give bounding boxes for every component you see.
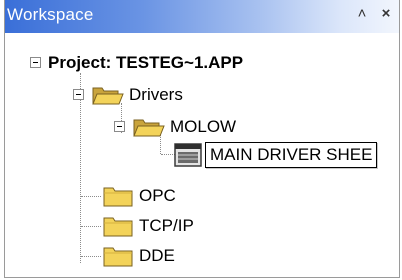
tree-line: [81, 196, 101, 197]
opc-label: OPC: [139, 186, 176, 205]
tree-line: [161, 154, 175, 155]
tree-line: [81, 256, 101, 257]
driver-sheet-icon: [174, 143, 202, 167]
tree-item-main-driver-sheet[interactable]: MAIN DRIVER SHEE: [174, 140, 378, 170]
folder-icon: [103, 217, 133, 237]
folder-icon: [103, 247, 133, 267]
workspace-title: Workspace: [7, 5, 94, 24]
tree-item-drivers[interactable]: Drivers: [91, 80, 183, 110]
drivers-label: Drivers: [129, 85, 183, 104]
tree-line: [81, 226, 101, 227]
tree-item-dde[interactable]: DDE: [101, 241, 175, 271]
tree-item-molow[interactable]: MOLOW: [132, 112, 236, 142]
molow-collapse-toggle[interactable]: [114, 121, 125, 132]
pin-icon[interactable]: ˄: [351, 4, 373, 24]
tree-item-project[interactable]: Project: TESTEG~1.APP: [48, 48, 243, 78]
tree-line: [80, 73, 81, 263]
workspace-panel: Workspace ˄ × Project: TESTEG~1.APP Driv…: [4, 0, 400, 278]
tree-item-tcpip[interactable]: TCP/IP: [101, 211, 194, 241]
tcpip-label: TCP/IP: [139, 216, 194, 235]
molow-label: MOLOW: [170, 117, 237, 136]
root-collapse-toggle[interactable]: [30, 57, 41, 68]
dde-label: DDE: [139, 246, 175, 265]
drivers-collapse-toggle[interactable]: [73, 89, 84, 100]
close-icon[interactable]: ×: [375, 4, 397, 24]
project-label: Project: TESTEG~1.APP: [48, 53, 244, 72]
workspace-title-bar[interactable]: Workspace ˄ ×: [5, 0, 399, 33]
folder-icon: [103, 187, 133, 207]
tree-item-opc[interactable]: OPC: [101, 181, 176, 211]
folder-open-icon: [92, 87, 124, 105]
folder-open-icon: [133, 119, 165, 137]
main-driver-sheet-label: MAIN DRIVER SHEE: [205, 142, 378, 168]
project-tree: Project: TESTEG~1.APP Drivers MOLOW MAIN…: [5, 33, 399, 277]
